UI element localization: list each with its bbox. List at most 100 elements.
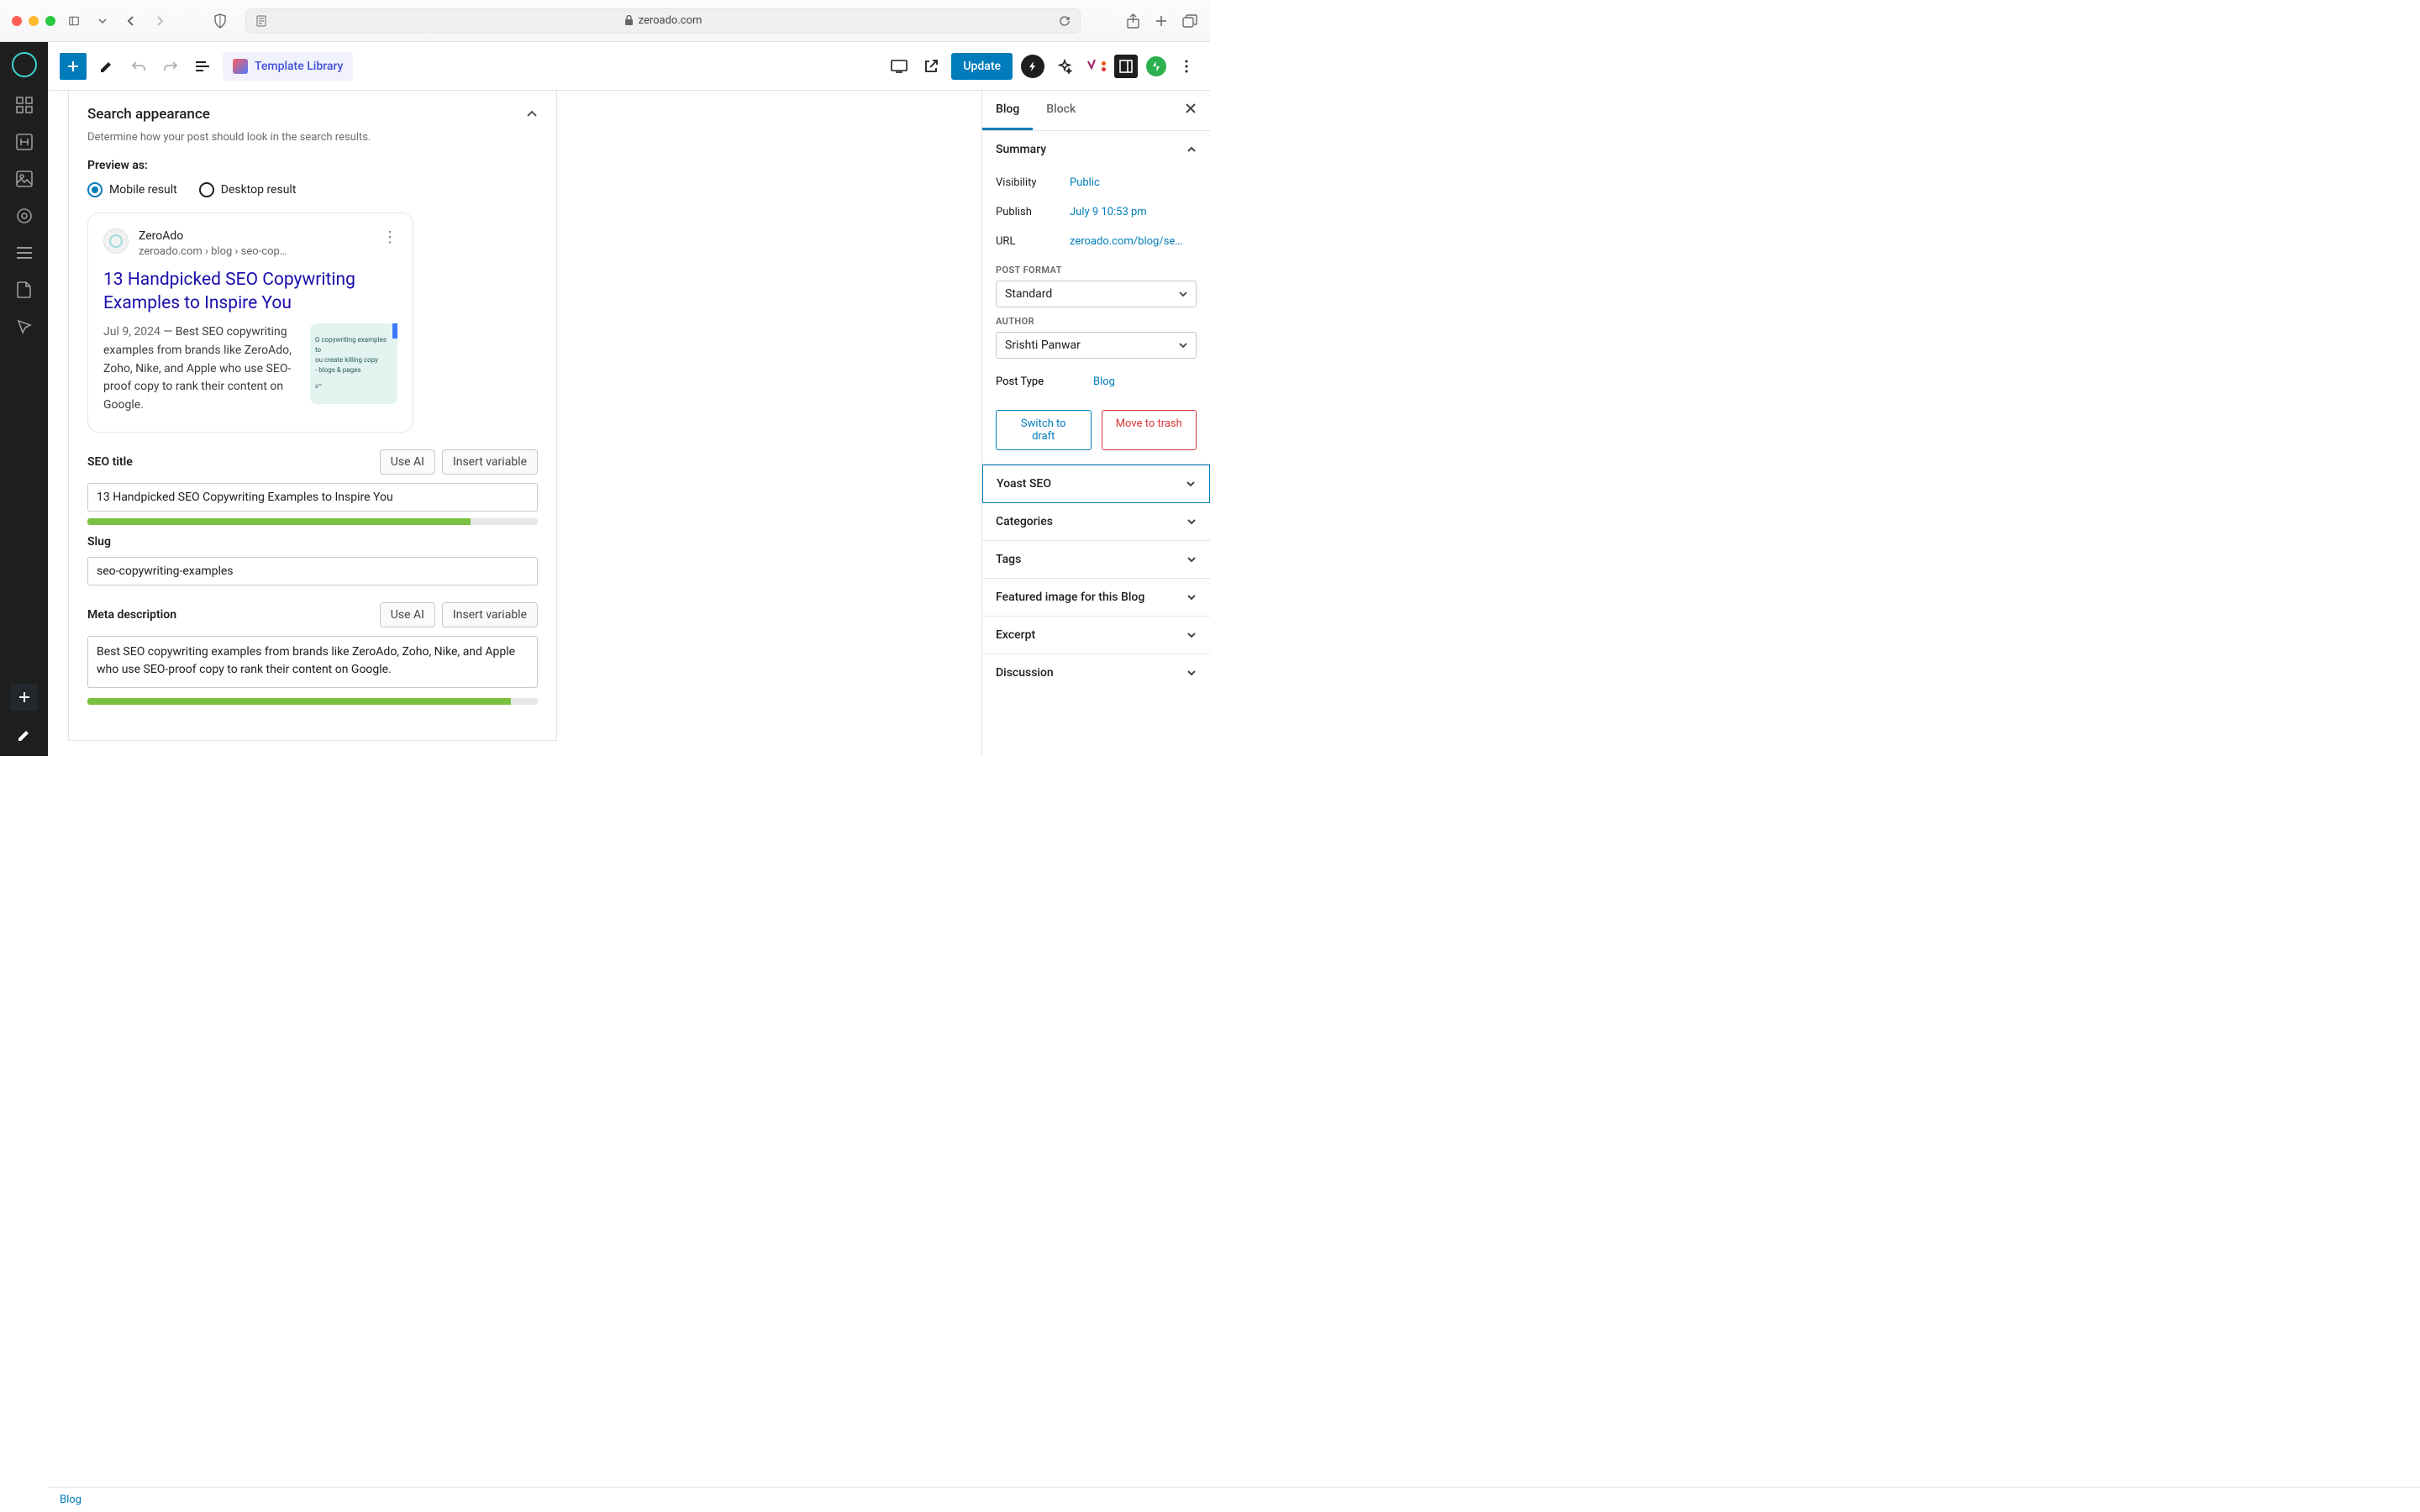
summary-header[interactable]: Summary xyxy=(982,131,1210,168)
seo-title-meter xyxy=(87,518,538,525)
chevron-down-icon xyxy=(1179,343,1187,349)
chevron-up-icon xyxy=(1186,146,1197,153)
tab-block[interactable]: Block xyxy=(1033,91,1089,130)
serp-favicon xyxy=(103,228,129,254)
chevron-down-icon xyxy=(1186,669,1197,676)
edit-icon[interactable] xyxy=(15,726,34,744)
post-type-label: Post Type xyxy=(996,375,1093,388)
settings-icon[interactable] xyxy=(15,207,34,225)
chevron-down-icon xyxy=(1186,556,1197,563)
url-label: URL xyxy=(996,235,1070,248)
visibility-value[interactable]: Public xyxy=(1070,176,1100,189)
meta-description-label: Meta description xyxy=(87,608,176,622)
list-icon[interactable] xyxy=(15,244,34,262)
document-icon[interactable] xyxy=(15,281,34,299)
yoast-icon[interactable] xyxy=(1085,59,1106,74)
cursor-icon[interactable] xyxy=(15,318,34,336)
more-menu-icon[interactable] xyxy=(1175,55,1198,78)
yoast-seo-section[interactable]: Yoast SEO xyxy=(983,465,1209,502)
move-to-trash-button[interactable]: Move to trash xyxy=(1102,410,1197,450)
forward-button[interactable] xyxy=(151,13,168,29)
back-button[interactable] xyxy=(123,13,139,29)
device-preview-icon[interactable] xyxy=(887,55,911,78)
lock-icon xyxy=(624,15,634,26)
mobile-result-radio[interactable]: Mobile result xyxy=(87,182,177,197)
ai-sparkle-icon[interactable] xyxy=(1053,55,1076,78)
author-select[interactable]: Srishti Panwar xyxy=(996,332,1197,359)
categories-section[interactable]: Categories xyxy=(982,503,1210,540)
use-ai-button[interactable]: Use AI xyxy=(380,449,435,475)
add-block-button[interactable] xyxy=(11,684,38,711)
meta-description-meter xyxy=(87,698,538,705)
desktop-result-radio[interactable]: Desktop result xyxy=(199,182,297,197)
reload-icon[interactable] xyxy=(1056,13,1073,29)
jetpack-icon[interactable] xyxy=(1146,56,1166,76)
chevron-down-icon xyxy=(1186,518,1197,525)
reader-icon[interactable] xyxy=(253,13,270,29)
discussion-section[interactable]: Discussion xyxy=(982,654,1210,691)
collapse-icon[interactable] xyxy=(526,110,538,118)
outline-icon[interactable] xyxy=(191,55,214,78)
meta-description-input[interactable] xyxy=(87,636,538,688)
address-bar[interactable]: zeroado.com xyxy=(245,8,1081,34)
excerpt-section[interactable]: Excerpt xyxy=(982,617,1210,654)
switch-to-draft-button[interactable]: Switch to draft xyxy=(996,410,1092,450)
seo-title-label: SEO title xyxy=(87,455,133,469)
external-link-icon[interactable] xyxy=(919,55,943,78)
shield-icon[interactable] xyxy=(212,13,229,29)
panel-subtitle: Determine how your post should look in t… xyxy=(87,131,538,144)
heading-icon[interactable] xyxy=(15,133,34,151)
serp-thumbnail: O copywriting examples to ou create kill… xyxy=(310,323,397,404)
minimize-window-button[interactable] xyxy=(29,16,39,26)
serp-description: Jul 9, 2024 — Best SEO copywriting examp… xyxy=(103,323,298,414)
url-value[interactable]: zeroado.com/blog/se… xyxy=(1070,235,1182,248)
settings-panel-icon[interactable] xyxy=(1114,55,1138,78)
image-icon[interactable] xyxy=(15,170,34,188)
publish-value[interactable]: July 9 10:53 pm xyxy=(1070,206,1147,218)
pencil-icon[interactable] xyxy=(95,55,118,78)
redo-button[interactable] xyxy=(159,55,182,78)
use-ai-button-2[interactable]: Use AI xyxy=(380,602,435,627)
site-logo[interactable] xyxy=(12,52,37,77)
traffic-lights xyxy=(12,16,55,26)
insert-variable-button[interactable]: Insert variable xyxy=(442,449,538,475)
amp-icon[interactable] xyxy=(1021,55,1044,78)
update-button[interactable]: Update xyxy=(951,53,1013,80)
author-label: AUTHOR xyxy=(996,316,1197,327)
template-library-button[interactable]: Template Library xyxy=(223,52,353,81)
tab-blog[interactable]: Blog xyxy=(982,91,1033,130)
insert-variable-button-2[interactable]: Insert variable xyxy=(442,602,538,627)
editor-footer: Blog xyxy=(48,1487,2420,1512)
tabs-icon[interactable] xyxy=(1181,13,1198,29)
panel-title: Search appearance xyxy=(87,106,210,123)
preview-as-label: Preview as: xyxy=(87,159,538,172)
search-appearance-panel: Search appearance Determine how your pos… xyxy=(69,91,556,740)
slug-input[interactable] xyxy=(87,557,538,585)
close-window-button[interactable] xyxy=(12,16,22,26)
browser-chrome: zeroado.com xyxy=(0,0,1210,42)
slug-label: Slug xyxy=(87,535,538,549)
post-format-label: POST FORMAT xyxy=(996,265,1197,276)
new-tab-icon[interactable] xyxy=(1153,13,1170,29)
chevron-down-icon[interactable] xyxy=(94,13,111,29)
sidebar-toggle-icon[interactable] xyxy=(66,13,82,29)
footer-breadcrumb[interactable]: Blog xyxy=(60,1494,82,1506)
tags-section[interactable]: Tags xyxy=(982,541,1210,578)
settings-sidebar: Blog Block Summary Visibility Public xyxy=(981,91,1210,756)
insert-block-button[interactable] xyxy=(60,53,87,80)
dashboard-icon[interactable] xyxy=(15,96,34,114)
undo-button[interactable] xyxy=(127,55,150,78)
serp-more-icon[interactable]: ⋮ xyxy=(382,228,397,258)
post-format-select[interactable]: Standard xyxy=(996,281,1197,307)
radio-unchecked-icon xyxy=(199,182,214,197)
featured-image-section[interactable]: Featured image for this Blog xyxy=(982,579,1210,616)
post-type-value[interactable]: Blog xyxy=(1093,375,1115,388)
seo-title-input[interactable] xyxy=(87,483,538,512)
chevron-down-icon xyxy=(1186,632,1197,638)
visibility-label: Visibility xyxy=(996,176,1070,189)
share-icon[interactable] xyxy=(1124,13,1141,29)
maximize-window-button[interactable] xyxy=(45,16,55,26)
close-sidebar-button[interactable] xyxy=(1171,91,1210,130)
url-text: zeroado.com xyxy=(639,14,702,27)
serp-title[interactable]: 13 Handpicked SEO Copywriting Examples t… xyxy=(103,268,397,316)
